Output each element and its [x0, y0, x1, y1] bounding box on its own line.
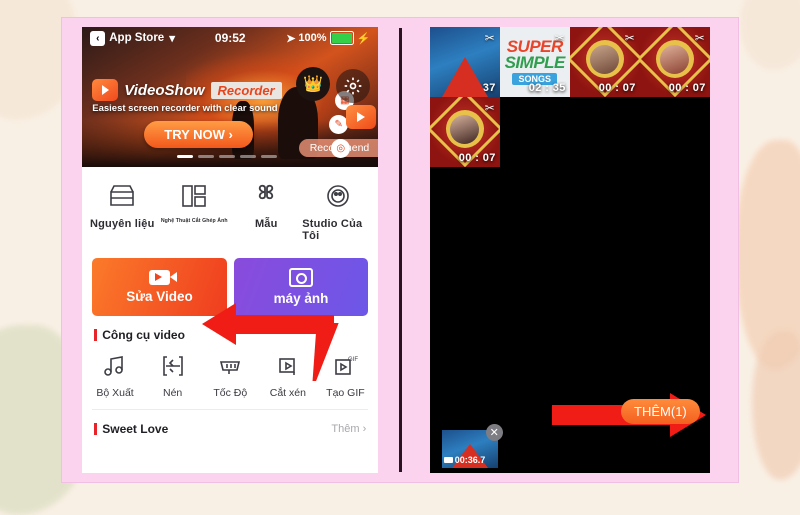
- background-decoration-bottom-right: [752, 330, 800, 480]
- section-accent-bar: [94, 423, 98, 435]
- thumbnail-duration: 00 : 07: [598, 82, 636, 94]
- background-decoration-top-right: [740, 0, 800, 70]
- selected-clip-duration: 00:36.7: [443, 455, 486, 465]
- tool-label: Cắt xén: [269, 387, 306, 399]
- scissors-icon[interactable]: ✂: [485, 101, 495, 115]
- try-now-button[interactable]: TRY NOW ›: [144, 121, 253, 148]
- store-icon: [110, 185, 135, 206]
- status-bar: ‹ App Store ▾ 09:52 ➤ 100% ⚡: [82, 27, 378, 49]
- videoshow-app-icon: [92, 79, 119, 101]
- status-bar-back-label[interactable]: App Store: [109, 32, 164, 44]
- thumbnail-item[interactable]: ✂ 00 : 37: [429, 27, 500, 97]
- video-tools-row: Bộ Xuất Nén Tốc Độ Cắt xén GIF Tạo GIF: [82, 348, 378, 409]
- studio-icon: [327, 185, 350, 207]
- tool-export[interactable]: Bộ Xuất: [86, 354, 144, 399]
- location-arrow-icon: ➤: [286, 32, 296, 45]
- annotation-arrow-left: [202, 303, 335, 345]
- tool-label: Tạo GIF: [326, 387, 365, 399]
- promo-banner[interactable]: ‹ App Store ▾ 09:52 ➤ 100% ⚡ VideoShow R…: [82, 27, 379, 167]
- tool-speed[interactable]: Tốc Độ: [201, 354, 259, 399]
- gif-icon: GIF: [335, 357, 358, 375]
- section-accent-bar: [94, 329, 98, 341]
- wifi-icon: ▾: [169, 33, 175, 45]
- crop-icon: [279, 358, 295, 375]
- quick-nav-row: Nguyên liệu Nghệ Thuật Cắt Ghép Ảnh Mẫu: [82, 167, 379, 254]
- avatar: [655, 40, 694, 79]
- video-camera-icon: [443, 457, 453, 463]
- edit-video-label: Sửa Video: [126, 289, 193, 304]
- tool-make-gif[interactable]: GIF Tạo GIF: [317, 354, 375, 399]
- banner-heading: VideoShow Recorder: [92, 79, 282, 101]
- sidebar-item-label: Nghệ Thuật Cắt Ghép Ảnh: [160, 218, 228, 224]
- selected-clip-duration-label: 00:36.7: [454, 455, 486, 465]
- tool-label: Tốc Độ: [213, 387, 248, 399]
- battery-percent-label: 100%: [298, 32, 327, 44]
- sidebar-item-collage[interactable]: Nghệ Thuật Cắt Ghép Ảnh: [158, 183, 230, 242]
- status-bar-right: ➤ 100% ⚡: [286, 31, 370, 45]
- camera-icon: [289, 268, 313, 287]
- right-phone-screen: ✂ 00 : 37 SUPER SIMPLE SONGS ✂ 02 : 35 ✂…: [429, 27, 710, 473]
- scissors-icon[interactable]: ✂: [625, 31, 635, 45]
- tool-label: Nén: [163, 387, 183, 399]
- close-icon[interactable]: ✕: [485, 424, 503, 441]
- status-bar-time: 09:52: [214, 31, 246, 45]
- tool-label: Bộ Xuất: [96, 387, 134, 399]
- scissors-icon[interactable]: ✂: [555, 31, 565, 45]
- sweet-love-more-link[interactable]: Thêm ›: [331, 423, 366, 435]
- sidebar-item-templates[interactable]: Mẫu: [230, 183, 302, 242]
- battery-icon: [329, 31, 354, 45]
- tool-crop[interactable]: Cắt xén: [259, 354, 317, 399]
- video-camera-icon[interactable]: [346, 105, 377, 129]
- gear-icon[interactable]: [336, 69, 371, 103]
- thumbnail-item[interactable]: ✂ 00 : 07: [639, 27, 710, 97]
- thumbnail-duration: 00 : 07: [668, 82, 706, 94]
- chevron-left-icon[interactable]: ‹: [90, 30, 106, 46]
- add-button[interactable]: THÊM(1): [621, 399, 700, 424]
- thumbnail-duration: 00 : 37: [458, 82, 496, 94]
- compress-icon: [162, 356, 183, 376]
- avatar: [445, 110, 484, 149]
- template-icon: [259, 184, 274, 200]
- tool-compress[interactable]: Nén: [144, 354, 202, 399]
- thumbnail-item[interactable]: ✂ 00 : 07: [429, 97, 500, 167]
- banner-carousel-dots[interactable]: [177, 155, 278, 158]
- left-phone-screen: ‹ App Store ▾ 09:52 ➤ 100% ⚡ VideoShow R…: [82, 27, 379, 473]
- scissors-icon[interactable]: ✂: [485, 31, 495, 45]
- thumbnail-duration: 02 : 35: [528, 82, 566, 94]
- thumbnail-item[interactable]: SUPER SIMPLE SONGS ✂ 02 : 35: [499, 27, 570, 97]
- camera-button[interactable]: máy ảnh: [233, 258, 369, 316]
- thumbnail-title-line2: SIMPLE: [504, 53, 566, 72]
- sidebar-item-materials[interactable]: Nguyên liệu: [86, 183, 158, 242]
- banner-subtitle: Easiest screen recorder with clear sound: [92, 103, 278, 114]
- avatar: [585, 40, 624, 79]
- collage-icon: [182, 185, 207, 207]
- banner-badge: Recorder: [210, 81, 282, 99]
- crown-icon[interactable]: 👑: [296, 67, 331, 101]
- sidebar-item-label: Studio Của Tôi: [302, 218, 363, 242]
- background-decoration-right: [735, 140, 800, 370]
- sidebar-item-label: Nguyên liệu: [89, 218, 155, 230]
- sweet-love-header: Sweet Love Thêm ›: [82, 410, 378, 442]
- sidebar-item-label: Mẫu: [254, 218, 278, 230]
- video-tools-title: Công cụ video: [102, 328, 185, 342]
- sweet-love-title: Sweet Love: [102, 422, 169, 436]
- left-pane: ‹ App Store ▾ 09:52 ➤ 100% ⚡ VideoShow R…: [62, 18, 399, 482]
- svg-text:GIF: GIF: [348, 357, 358, 363]
- music-note-icon: [104, 356, 123, 376]
- video-thumbnail-grid: ✂ 00 : 37 SUPER SIMPLE SONGS ✂ 02 : 35 ✂…: [429, 27, 710, 167]
- thumbnail-item[interactable]: ✂ 00 : 07: [569, 27, 640, 97]
- video-camera-icon: [149, 270, 177, 285]
- speed-icon: [220, 361, 241, 374]
- banner-app-name: VideoShow: [124, 81, 205, 99]
- scissors-icon[interactable]: ✂: [695, 31, 705, 45]
- screenshot-frame: ‹ App Store ▾ 09:52 ➤ 100% ⚡ VideoShow R…: [61, 17, 739, 483]
- thumbnail-duration: 00 : 07: [458, 152, 496, 164]
- right-pane: ✂ 00 : 37 SUPER SIMPLE SONGS ✂ 02 : 35 ✂…: [402, 18, 739, 482]
- camera-label: máy ảnh: [273, 291, 329, 306]
- sidebar-item-my-studio[interactable]: Studio Của Tôi: [302, 183, 374, 242]
- bolt-icon: ⚡: [356, 32, 371, 45]
